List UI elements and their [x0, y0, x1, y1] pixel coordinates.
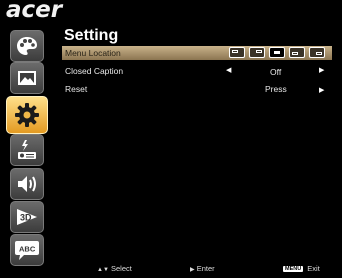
top-right-mark-icon [256, 50, 262, 53]
location-top-right-option[interactable] [249, 47, 265, 58]
sidebar-item-3d[interactable]: 3D [10, 201, 44, 233]
projector-management-icon [18, 140, 36, 159]
footer-exit-label: Exit [307, 264, 320, 273]
bottom-left-mark-icon [292, 52, 298, 55]
closed-caption-label: Closed Caption [65, 66, 124, 76]
location-center-option[interactable] [269, 47, 285, 58]
footer-exit-hint: MENU Exit [283, 264, 320, 273]
closed-caption-right-arrow[interactable]: ▶ [319, 66, 324, 74]
closed-caption-value[interactable]: Off [270, 67, 281, 77]
footer-select-hint: ▲▼ Select [97, 264, 132, 273]
svg-text:ABC: ABC [19, 245, 36, 254]
top-left-mark-icon [232, 50, 238, 53]
reset-right-arrow[interactable]: ▶ [319, 86, 324, 94]
color-palette-icon [17, 37, 37, 55]
sidebar-item-color[interactable] [10, 30, 44, 62]
location-bottom-right-option[interactable] [309, 47, 325, 58]
right-arrow-icon: ▶ [190, 267, 195, 273]
location-top-left-option[interactable] [229, 47, 245, 58]
bottom-right-mark-icon [316, 52, 322, 55]
sidebar-item-management[interactable] [10, 134, 44, 166]
image-icon [18, 71, 36, 85]
sidebar-item-audio[interactable] [10, 168, 44, 200]
sidebar-item-language[interactable]: ABC [10, 234, 44, 266]
menu-location-label: Menu Location [65, 48, 121, 58]
footer-select-label: Select [110, 264, 132, 273]
closed-caption-left-arrow[interactable]: ◀ [226, 66, 231, 74]
3d-icon: 3D [17, 209, 37, 225]
sidebar: 3D ABC [0, 0, 54, 278]
page-title: Setting [64, 27, 119, 44]
reset-label: Reset [65, 84, 88, 94]
menu-key-icon: MENU [283, 266, 304, 272]
svg-text:3D: 3D [20, 213, 32, 223]
speech-bubble-abc-icon: ABC [15, 241, 39, 260]
center-mark-icon [274, 51, 280, 54]
location-bottom-left-option[interactable] [289, 47, 305, 58]
up-down-arrows-icon: ▲▼ [97, 267, 109, 273]
sidebar-item-setting[interactable] [6, 96, 48, 134]
footer-enter-label: Enter [196, 264, 215, 273]
footer-enter-hint: ▶ Enter [190, 264, 215, 273]
gear-icon [15, 103, 39, 127]
reset-value[interactable]: Press [265, 84, 287, 94]
sidebar-item-image[interactable] [10, 62, 44, 94]
speaker-icon [18, 176, 36, 192]
